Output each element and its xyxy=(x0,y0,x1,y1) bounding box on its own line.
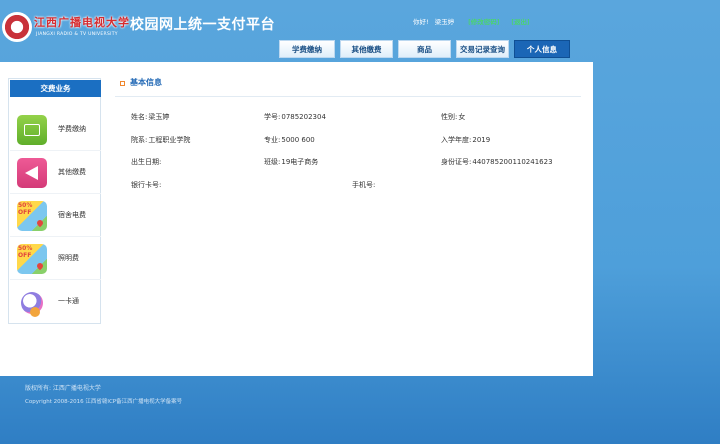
logo-name: 江西广播电视大学 xyxy=(34,16,130,29)
modify-password-link[interactable]: [修改密码] xyxy=(468,18,499,26)
department-label: 院系: xyxy=(131,136,148,144)
sidebar-title: 交费业务 xyxy=(10,80,101,97)
class-value: 19电子商务 xyxy=(281,158,319,166)
name-label: 姓名: xyxy=(131,113,148,121)
sidebar: 交费业务 学费缴纳 其他缴费 50% OFF 宿舍电费 50% OFF 照明费 … xyxy=(8,78,101,324)
university-seal-icon xyxy=(2,12,32,42)
site-title: 校园网上统一支付平台 xyxy=(130,16,275,32)
gender-value: 女 xyxy=(458,113,466,121)
tab-goods[interactable]: 商品 xyxy=(398,40,451,58)
student-id-value: 0785202304 xyxy=(281,113,326,121)
sidebar-item-label: 宿舍电费 xyxy=(58,211,86,219)
phone-label: 手机号: xyxy=(352,181,376,189)
sidebar-item-label: 学费缴纳 xyxy=(58,125,86,133)
class-field: 班级:19电子商务 xyxy=(264,157,318,167)
gender-label: 性别: xyxy=(441,113,458,121)
gender-field: 性别:女 xyxy=(441,112,465,122)
id-card-label: 身份证号: xyxy=(441,158,472,166)
student-id-field: 学号:0785202304 xyxy=(264,112,326,122)
student-id-label: 学号: xyxy=(264,113,281,121)
sidebar-item-dorm-electricity[interactable]: 50% OFF 宿舍电费 xyxy=(10,195,101,237)
sidebar-item-label: 其他缴费 xyxy=(58,168,86,176)
logo-english-name: JIANGXI RADIO & TV UNIVERSITY xyxy=(36,32,118,37)
enrollment-year-value: 2019 xyxy=(472,136,491,144)
sidebar-item-other-fees[interactable]: 其他缴费 xyxy=(10,152,101,194)
university-logo[interactable]: 江西广播电视大学 JIANGXI RADIO & TV UNIVERSITY xyxy=(2,12,129,46)
sidebar-item-tuition[interactable]: 学费缴纳 xyxy=(10,109,101,151)
sidebar-item-lighting-fee[interactable]: 50% OFF 照明费 xyxy=(10,238,101,280)
sidebar-item-label: 一卡通 xyxy=(58,297,79,305)
card-icon xyxy=(17,287,47,317)
tab-tuition[interactable]: 学费缴纳 xyxy=(279,40,335,58)
tab-other-fees[interactable]: 其他缴费 xyxy=(340,40,393,58)
user-name: 梁玉婷 xyxy=(434,18,455,26)
name-value: 梁玉婷 xyxy=(148,113,170,121)
phone-field: 手机号: xyxy=(352,180,376,190)
footer-copyright-line: Copyright 2008-2016 江西省赣ICP备江西广播电视大学备案号 xyxy=(25,399,183,405)
bullet-icon xyxy=(120,81,125,86)
discount-badge: 50% OFF xyxy=(18,202,33,216)
major-label: 专业: xyxy=(264,136,281,144)
basic-info-header: 基本信息 xyxy=(115,71,581,97)
enrollment-year-label: 入学年度: xyxy=(441,136,472,144)
main-nav: 学费缴纳 其他缴费 商品 交易记录查询 个人信息 xyxy=(279,40,570,58)
bank-card-field: 银行卡号: xyxy=(131,180,162,190)
bank-card-label: 银行卡号: xyxy=(131,181,162,189)
id-card-field: 身份证号:440785200110241623 xyxy=(441,157,553,167)
id-card-value: 440785200110241623 xyxy=(472,158,553,166)
greeting-text: 你好! xyxy=(413,18,429,26)
header: 江西广播电视大学 JIANGXI RADIO & TV UNIVERSITY 校… xyxy=(0,0,720,62)
footer-copyright-owner: 版权所有: 江西广播电视大学 xyxy=(25,385,101,392)
discount-map-icon: 50% OFF xyxy=(17,244,47,274)
name-field: 姓名:梁玉婷 xyxy=(131,112,169,122)
logout-link[interactable]: [退出] xyxy=(511,18,529,26)
money-icon xyxy=(17,115,47,145)
enrollment-year-field: 入学年度:2019 xyxy=(441,135,490,145)
tab-personal-info[interactable]: 个人信息 xyxy=(514,40,570,58)
birthdate-field: 出生日期: xyxy=(131,157,162,167)
major-value: 5000 600 xyxy=(281,136,315,144)
discount-badge: 50% OFF xyxy=(18,245,33,259)
class-label: 班级: xyxy=(264,158,281,166)
sidebar-item-label: 照明费 xyxy=(58,254,79,262)
user-bar: 你好! 梁玉婷 [修改密码] [退出] xyxy=(413,16,540,26)
sidebar-item-campus-card[interactable]: 一卡通 xyxy=(10,281,101,323)
department-field: 院系:工程职业学院 xyxy=(131,135,190,145)
section-title: 基本信息 xyxy=(130,78,162,87)
department-value: 工程职业学院 xyxy=(148,136,191,144)
major-field: 专业:5000 600 xyxy=(264,135,315,145)
birthdate-label: 出生日期: xyxy=(131,158,162,166)
megaphone-icon xyxy=(17,158,47,188)
tab-transaction-records[interactable]: 交易记录查询 xyxy=(456,40,509,58)
discount-map-icon: 50% OFF xyxy=(17,201,47,231)
